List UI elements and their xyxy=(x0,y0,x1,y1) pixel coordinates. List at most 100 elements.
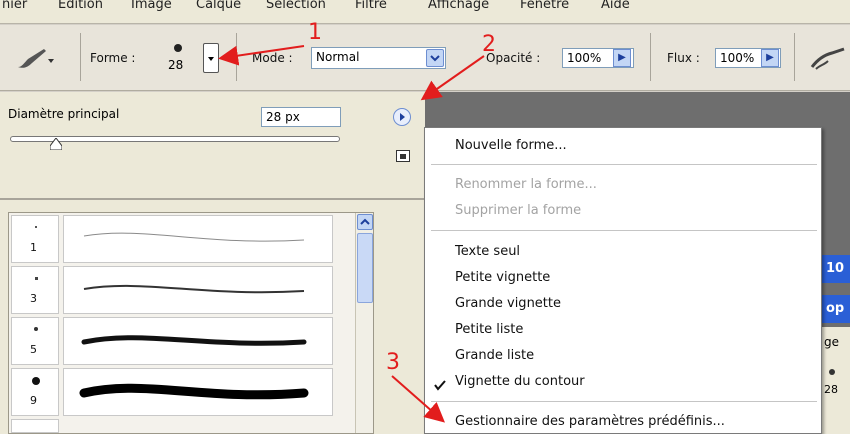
brush-size-label: 1 xyxy=(30,241,37,254)
mode-select[interactable]: Normal xyxy=(311,47,446,69)
menu-item-large-list[interactable]: Grande liste xyxy=(455,348,534,363)
toolbar-separator xyxy=(80,33,81,81)
panel-label-text: ge xyxy=(824,335,839,349)
menu-item-large-thumbnail[interactable]: Grande vignette xyxy=(455,296,561,311)
menu-item-stroke-thumbnail[interactable]: Vignette du contour xyxy=(455,374,585,389)
panel-brush-size: 28 xyxy=(824,383,838,396)
stroke-preview-image xyxy=(81,335,307,346)
panel-tab-text: op xyxy=(826,301,845,316)
toolbar-separator xyxy=(794,33,795,81)
diameter-value: 28 px xyxy=(266,110,300,124)
toolbar-separator xyxy=(236,33,237,81)
menu-filtre[interactable]: Filtre xyxy=(355,0,387,12)
panel-label-strip: ge xyxy=(820,327,850,361)
brush-stroke-preview xyxy=(63,317,333,365)
flow-value: 100% xyxy=(720,51,755,65)
annotation-number-1: 1 xyxy=(308,20,322,45)
menu-selection[interactable]: Sélection xyxy=(266,0,326,12)
flow-label: Flux : xyxy=(667,51,700,65)
menu-image[interactable]: Image xyxy=(131,0,172,12)
brush-preset-row[interactable]: 1 xyxy=(11,215,351,265)
brush-list-scrollbar[interactable] xyxy=(355,213,373,433)
diameter-label: Diamètre principal xyxy=(8,107,120,121)
panel-brush-cell: 28 xyxy=(820,361,850,434)
brush-tip-icon xyxy=(35,277,38,280)
panel-divider xyxy=(0,198,425,200)
brush-thumbnail: 5 xyxy=(11,317,59,365)
checkmark-icon xyxy=(434,380,446,391)
menu-item-rename-brush: Renommer la forme... xyxy=(455,177,597,192)
brush-dot-icon xyxy=(829,369,835,375)
menu-separator xyxy=(431,230,817,231)
chevron-down-icon[interactable] xyxy=(426,49,444,67)
airbrush-icon[interactable] xyxy=(808,47,848,73)
brush-size-label: 3 xyxy=(30,292,37,305)
menu-edition[interactable]: Edition xyxy=(58,0,103,12)
brush-stroke-preview xyxy=(63,368,333,416)
brush-tip-icon xyxy=(32,377,40,385)
scroll-thumb[interactable] xyxy=(357,233,373,303)
mode-select-value: Normal xyxy=(316,50,360,64)
menu-affichage[interactable]: Affichage xyxy=(428,0,489,12)
stroke-preview-image xyxy=(79,383,309,400)
slider-thumb[interactable] xyxy=(49,137,63,151)
flow-slider-button[interactable]: ▶ xyxy=(761,49,779,67)
brush-tool-icon[interactable] xyxy=(14,45,54,73)
stroke-preview-image xyxy=(83,232,305,242)
menu-aide[interactable]: Aide xyxy=(601,0,630,12)
diameter-slider[interactable] xyxy=(10,134,340,154)
new-preset-glyph xyxy=(400,154,406,159)
brush-size-label: 5 xyxy=(30,343,37,356)
brush-preset-row[interactable]: 9 xyxy=(11,368,351,418)
options-toolbar: Forme : 28 Mode : Normal Opacité : 100% … xyxy=(0,25,850,91)
menu-separator xyxy=(431,401,817,402)
brush-tip-icon xyxy=(34,327,38,331)
chevron-right-icon: ▶ xyxy=(618,52,626,63)
panel-tab: op xyxy=(820,295,850,323)
brush-preset-row[interactable]: 3 xyxy=(11,266,351,316)
brush-picker-dropdown-button[interactable] xyxy=(203,43,219,73)
brush-panel-flyout-menu: Nouvelle forme... Renommer la forme... S… xyxy=(424,127,822,434)
menu-item-text-only[interactable]: Texte seul xyxy=(455,244,520,259)
opacity-value: 100% xyxy=(567,51,602,65)
menu-item-preset-manager[interactable]: Gestionnaire des paramètres prédéfinis..… xyxy=(455,414,725,429)
brush-thumbnail: 3 xyxy=(11,266,59,314)
brush-size-preview[interactable]: 28 xyxy=(166,40,190,78)
dropdown-arrow-icon xyxy=(208,57,214,61)
menu-bar: nier Edition Image Calque Sélection Filt… xyxy=(0,0,850,24)
menu-separator xyxy=(431,164,817,165)
brush-picker-panel: Diamètre principal 28 px 1 3 5 9 xyxy=(0,92,425,434)
brush-preset-row-partial xyxy=(11,419,59,433)
new-preset-icon[interactable] xyxy=(396,150,410,162)
menu-item-new-brush[interactable]: Nouvelle forme... xyxy=(455,138,567,153)
chevron-right-icon: ▶ xyxy=(766,52,774,63)
brush-dot-icon xyxy=(174,44,182,52)
annotation-number-2: 2 xyxy=(482,32,496,57)
brush-tip-icon xyxy=(35,226,37,228)
panel-titlebar: 10 xyxy=(820,255,850,283)
annotation-number-3: 3 xyxy=(386,350,400,375)
mode-label: Mode : xyxy=(252,51,293,65)
menu-fenetre[interactable]: Fenêtre xyxy=(520,0,569,12)
shape-label: Forme : xyxy=(90,51,136,65)
brush-list: 1 3 5 9 xyxy=(8,212,374,434)
brush-preset-row[interactable]: 5 xyxy=(11,317,351,367)
brush-stroke-preview xyxy=(63,215,333,263)
menu-item-small-list[interactable]: Petite liste xyxy=(455,322,523,337)
menu-calque[interactable]: Calque xyxy=(196,0,241,12)
menu-fichier[interactable]: nier xyxy=(2,0,27,12)
brush-size-label: 9 xyxy=(30,394,37,407)
menu-item-small-thumbnail[interactable]: Petite vignette xyxy=(455,270,550,285)
diameter-field[interactable]: 28 px xyxy=(261,107,341,127)
opacity-slider-button[interactable]: ▶ xyxy=(613,49,631,67)
stroke-preview-image xyxy=(83,284,305,294)
menu-item-delete-brush: Supprimer la forme xyxy=(455,203,582,218)
brush-size-number: 28 xyxy=(168,58,184,72)
toolbar-separator xyxy=(650,33,651,81)
scroll-up-button[interactable] xyxy=(357,214,373,230)
brush-stroke-preview xyxy=(63,266,333,314)
brush-thumbnail: 9 xyxy=(11,368,59,416)
brush-thumbnail: 1 xyxy=(11,215,59,263)
play-right-icon xyxy=(400,113,405,121)
panel-menu-button[interactable] xyxy=(393,108,411,126)
